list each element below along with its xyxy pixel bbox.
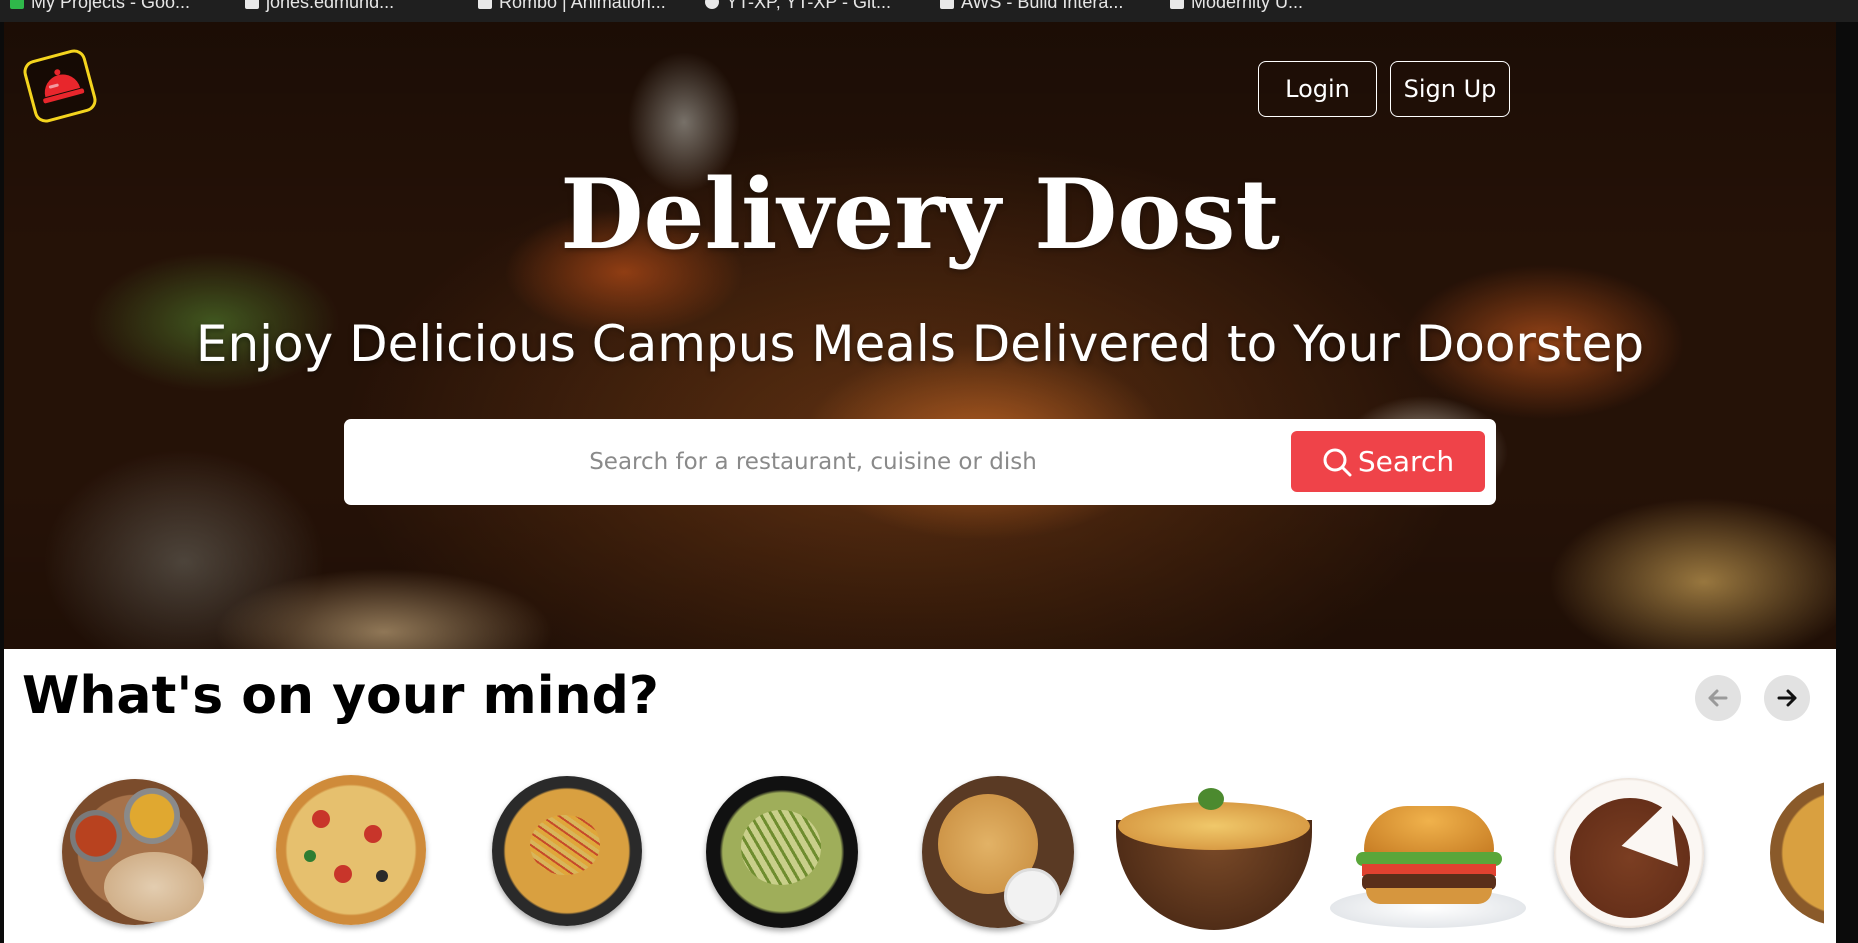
bookmark-label: YT-XP, YT-XP - Git...: [726, 0, 892, 12]
login-button[interactable]: Login: [1258, 61, 1377, 117]
search-input[interactable]: [344, 419, 1274, 505]
arrow-right-icon: [1777, 689, 1797, 707]
site-logo[interactable]: [20, 46, 100, 126]
bookmarks-bar: My Projects - Goo... jones.edmund... Rom…: [0, 0, 1858, 22]
bookmark-label: jones.edmund...: [266, 0, 395, 12]
page-icon: [940, 0, 954, 9]
hero-title: Delivery Dost: [560, 158, 1280, 271]
food-carousel: [4, 770, 1824, 943]
food-cloche-icon: [43, 69, 85, 104]
search-icon: [1323, 448, 1352, 476]
food-item-pasta[interactable]: [696, 770, 876, 943]
folder-icon: [10, 0, 24, 9]
bookmark-item[interactable]: Modernity U...: [1170, 0, 1303, 13]
arrow-left-icon: [1708, 689, 1728, 707]
hero-banner: Login Sign Up Delivery Dost Enjoy Delici…: [4, 22, 1836, 649]
bookmark-label: Modernity U...: [1191, 0, 1304, 12]
bookmark-label: AWS - Build Intera...: [961, 0, 1124, 12]
food-item-thali[interactable]: [48, 770, 228, 943]
github-icon: [705, 0, 719, 9]
food-item-paratha[interactable]: [912, 770, 1092, 943]
bookmark-label: Rombo | Animation...: [499, 0, 666, 12]
search-button-label: Search: [1357, 445, 1455, 478]
food-item-biryani[interactable]: [1110, 770, 1312, 943]
page-icon: [478, 0, 492, 9]
bookmark-item[interactable]: Rombo | Animation...: [478, 0, 666, 13]
hero-subtitle: Enjoy Delicious Campus Meals Delivered t…: [195, 315, 1645, 373]
food-item-burger[interactable]: [1326, 770, 1526, 943]
bookmark-label: My Projects - Goo...: [31, 0, 191, 12]
section-title: What's on your mind?: [22, 666, 659, 726]
carousel-next-button[interactable]: [1764, 675, 1810, 721]
carousel-prev-button[interactable]: [1695, 675, 1741, 721]
food-item-pizza[interactable]: [264, 770, 444, 943]
bookmark-item[interactable]: jones.edmund...: [245, 0, 394, 13]
search-button[interactable]: Search: [1291, 431, 1485, 492]
bookmark-item[interactable]: AWS - Build Intera...: [940, 0, 1123, 13]
page: Login Sign Up Delivery Dost Enjoy Delici…: [4, 22, 1836, 943]
signup-button[interactable]: Sign Up: [1390, 61, 1510, 117]
play-icon: [1170, 0, 1184, 9]
food-item-noodles[interactable]: [480, 770, 660, 943]
bookmark-item[interactable]: My Projects - Goo...: [10, 0, 190, 13]
page-icon: [245, 0, 259, 9]
search-bar: Search: [344, 419, 1496, 505]
bookmark-item[interactable]: YT-XP, YT-XP - Git...: [705, 0, 891, 13]
food-item-cake[interactable]: [1542, 770, 1722, 943]
food-item-noodles[interactable]: [1758, 770, 1824, 943]
